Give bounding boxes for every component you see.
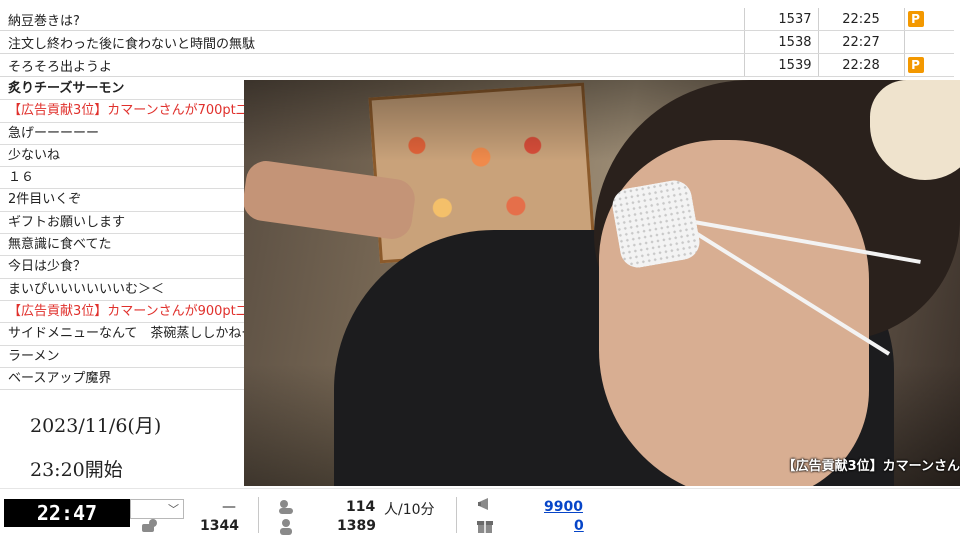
eyepatch-image	[609, 177, 703, 271]
video-player[interactable]: 【広告貢献3位】カマーンさん	[244, 80, 960, 486]
premium-cell	[903, 30, 954, 54]
ad-points-link[interactable]: 9900	[544, 499, 583, 515]
list-item[interactable]: 2件目いくぞ	[0, 189, 244, 212]
comment-number: 1537	[743, 8, 818, 31]
premium-badge-icon: P	[907, 11, 924, 27]
display-select[interactable]: ﹀	[130, 499, 184, 519]
comment-list: 炙りチーズサーモン 【広告貢献3位】カマーンさんが700pt二 急げーーーーー …	[0, 78, 244, 391]
table-row[interactable]: そろそろ出ようよ 1539 22:28 P	[0, 53, 954, 77]
viewers-per-10min: 114	[346, 499, 376, 515]
list-item[interactable]: サイドメニューなんて 茶碗蒸ししかねー	[0, 323, 244, 346]
list-item[interactable]: 【広告貢献3位】カマーンさんが700pt二	[0, 100, 244, 123]
list-item[interactable]: 今日は少食？	[0, 256, 244, 279]
stream-start-time: 23:20開始	[30, 459, 123, 481]
person-icon	[280, 519, 292, 535]
list-item[interactable]: 【広告貢献3位】カマーンさんが900pt二	[0, 300, 244, 324]
list-item[interactable]: ベースアップ魔界	[0, 367, 244, 391]
elapsed-time: 22:47	[4, 499, 130, 527]
list-item[interactable]: 急げーーーーー	[0, 122, 244, 145]
list-item[interactable]: 少ないね	[0, 144, 244, 168]
stream-date: 2023/11/6(月)	[30, 415, 162, 437]
comment-text: 納豆巻きは?	[0, 8, 744, 31]
comment-count: 1344	[200, 518, 239, 534]
table-row[interactable]: 注文し終わった後に食わないと時間の無駄 1538 22:27	[0, 30, 954, 54]
comment-time: 22:25	[817, 8, 904, 31]
premium-cell: P	[903, 8, 954, 31]
ad-megaphone-icon	[478, 498, 488, 510]
commenter-icon	[142, 519, 157, 532]
list-item[interactable]: １６	[0, 167, 244, 190]
divider	[456, 497, 457, 533]
chevron-down-icon: ﹀	[168, 503, 179, 516]
divider	[258, 497, 259, 533]
status-bar: 22:47 ﹀ — 1344 114 人/10分 1389 9900 0	[0, 488, 960, 541]
comment-text: 注文し終わった後に食わないと時間の無駄	[0, 30, 744, 54]
top-comment-table: 納豆巻きは? 1537 22:25 P 注文し終わった後に食わないと時間の無駄 …	[0, 8, 954, 77]
total-viewers: 1389	[337, 518, 376, 534]
gift-points-link[interactable]: 0	[574, 518, 584, 534]
table-row[interactable]: 納豆巻きは? 1537 22:25 P	[0, 8, 954, 31]
comment-time: 22:27	[817, 30, 904, 54]
comment-time: 22:28	[817, 53, 904, 77]
dash-value: —	[222, 499, 236, 515]
premium-badge-icon: P	[907, 57, 924, 73]
gift-icon	[477, 521, 493, 533]
viewer-icon	[279, 500, 293, 514]
list-item[interactable]: ギフトお願いします	[0, 211, 244, 235]
list-item[interactable]: ラーメン	[0, 345, 244, 368]
comment-number: 1539	[743, 53, 818, 77]
list-item[interactable]: 無意識に食べてた	[0, 234, 244, 257]
ad-ticker: 【広告貢献3位】カマーンさん	[782, 459, 960, 474]
comment-text: そろそろ出ようよ	[0, 53, 744, 77]
premium-cell: P	[903, 53, 954, 77]
comment-number: 1538	[743, 30, 818, 54]
viewers-unit: 人/10分	[384, 502, 435, 518]
list-item[interactable]: 炙りチーズサーモン	[0, 78, 244, 101]
list-item[interactable]: まいぴいいいいいいむ＞＜	[0, 278, 244, 301]
